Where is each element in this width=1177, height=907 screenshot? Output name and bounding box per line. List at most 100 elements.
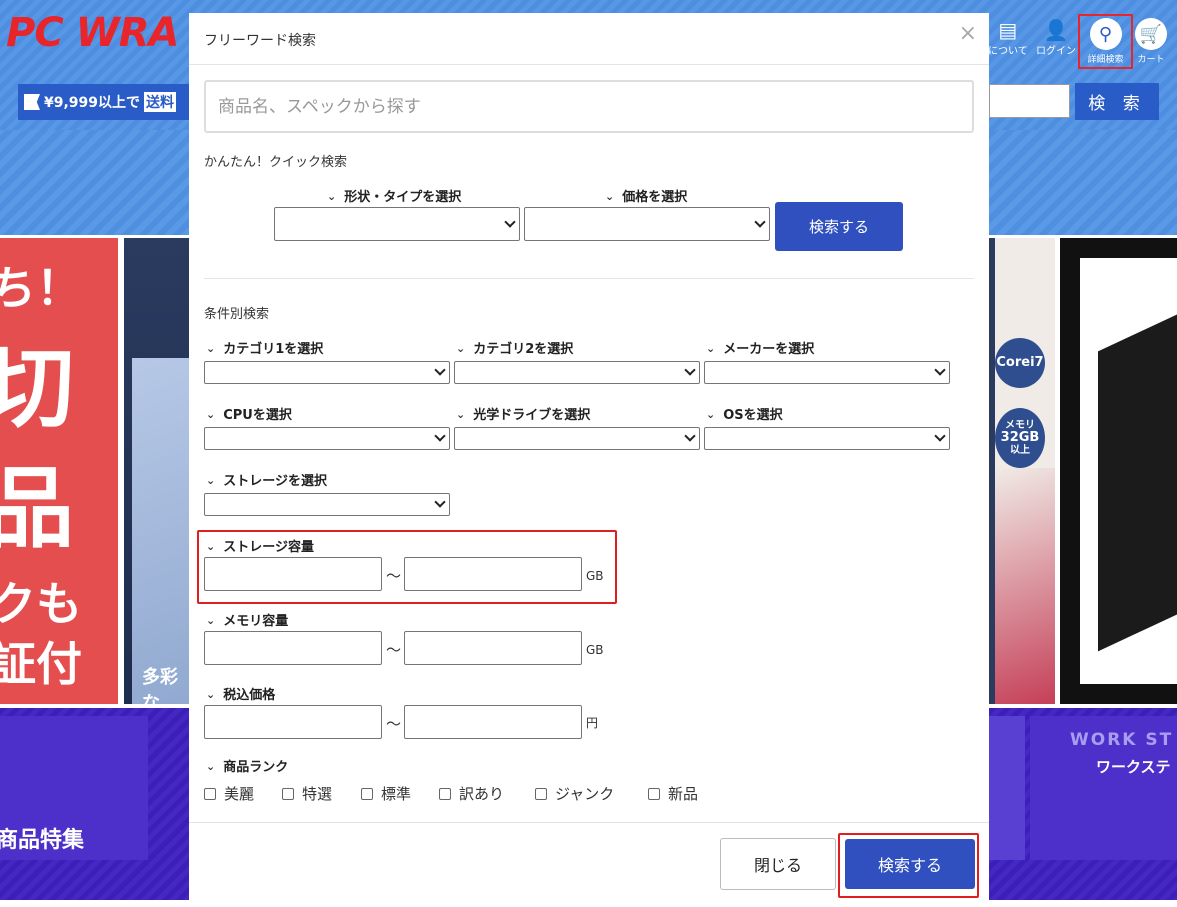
checkbox[interactable]	[648, 787, 660, 800]
workstation-subtitle: ワークステ	[1096, 758, 1171, 776]
rank-checkbox-select[interactable]: 特選	[282, 783, 332, 804]
laptop-image	[1098, 304, 1177, 652]
optical-drive-label: ⌄ 光学ドライブを選択	[456, 408, 591, 423]
nav-detail-search[interactable]: ⚲ 詳細検索	[1078, 14, 1133, 69]
checkbox[interactable]	[535, 787, 547, 800]
checkbox[interactable]	[361, 787, 373, 800]
os-select[interactable]	[704, 427, 950, 450]
type-filter-label: ⌄ 形状・タイプを選択	[327, 190, 462, 205]
price-select[interactable]	[524, 207, 770, 241]
search-icon: ⚲	[1089, 18, 1122, 50]
header-search-input[interactable]	[989, 84, 1070, 118]
quick-search-button[interactable]: 検索する	[775, 202, 903, 251]
search-button[interactable]: 検索する	[845, 839, 975, 889]
banner-text-2: 切	[0, 337, 75, 440]
rank-checkbox-beautiful[interactable]: 美麗	[204, 783, 254, 804]
category1-label: ⌄ カテゴリ1を選択	[206, 342, 324, 357]
site-logo[interactable]: PC WRA	[6, 10, 179, 56]
promo-amount: ¥9,999以上で	[44, 95, 141, 111]
header-search-button[interactable]: 検 索	[1075, 83, 1159, 120]
chevron-down-icon	[434, 364, 446, 376]
storage-capacity-min-input[interactable]	[204, 557, 382, 591]
sale-banner[interactable]: ち！ 切 品 クも 証付	[0, 238, 118, 704]
thinkpad-banner[interactable]	[1060, 238, 1177, 704]
rank-checkbox-standard[interactable]: 標準	[361, 783, 411, 804]
nav-cart[interactable]: 🛒 カート	[1135, 18, 1167, 65]
laptop-banner[interactable]: 多彩な	[124, 238, 194, 704]
chevron-down-icon	[434, 496, 446, 508]
laptop-image	[132, 358, 192, 704]
storage-label: ⌄ ストレージを選択	[206, 474, 327, 489]
chevron-down-icon	[754, 216, 766, 228]
flag-icon	[24, 94, 40, 110]
chevron-down-icon: ⌄	[206, 540, 216, 553]
maker-select[interactable]	[704, 361, 950, 384]
type-select[interactable]	[274, 207, 520, 241]
os-label: ⌄ OSを選択	[706, 408, 783, 423]
checkbox[interactable]	[439, 787, 451, 800]
nav-login[interactable]: 👤 ログイン	[1036, 18, 1076, 57]
mid-feature-banner[interactable]	[989, 716, 1025, 860]
banner-text-5: 証付	[0, 637, 82, 691]
spec-banner-gradient	[995, 468, 1055, 704]
chevron-down-icon	[684, 364, 696, 376]
chevron-down-icon: ⌄	[456, 342, 466, 355]
quick-search-heading: かんたん！クイック検索	[204, 155, 348, 170]
cpu-select[interactable]	[204, 427, 450, 450]
nav-cart-label: カート	[1137, 55, 1165, 65]
range-separator: 〜	[386, 567, 402, 585]
mac-feature-banner[interactable]: 商品特集	[0, 716, 148, 860]
nav-about[interactable]: ▤ について	[988, 18, 1028, 57]
promo-free-shipping: 送料	[144, 92, 177, 112]
memory-capacity-min-input[interactable]	[204, 631, 382, 665]
storage-select[interactable]	[204, 493, 450, 516]
nav-detail-search-label: 詳細検索	[1087, 55, 1124, 65]
rank-checkbox-junk[interactable]: ジャンク	[535, 783, 614, 804]
banner-text-1: ち！	[0, 261, 82, 315]
category2-select[interactable]	[454, 361, 700, 384]
product-rank-label: ⌄ 商品ランク	[206, 760, 289, 775]
cart-icon: 🛒	[1135, 18, 1167, 50]
memory-unit: GB	[586, 643, 604, 657]
chevron-down-icon: ⌄	[605, 190, 615, 203]
price-range-label: ⌄ 税込価格	[206, 688, 276, 703]
checkbox[interactable]	[282, 787, 294, 800]
rank-checkbox-new[interactable]: 新品	[648, 783, 698, 804]
category1-select[interactable]	[204, 361, 450, 384]
section-divider	[204, 278, 974, 279]
chevron-down-icon: ⌄	[206, 760, 216, 773]
chevron-down-icon	[934, 364, 946, 376]
chevron-down-icon: ⌄	[327, 190, 337, 203]
maker-label: ⌄ メーカーを選択	[706, 342, 815, 357]
modal-title: フリーワード検索	[204, 33, 316, 49]
optical-drive-select[interactable]	[454, 427, 700, 450]
document-icon: ▤	[998, 18, 1018, 42]
close-icon[interactable]: ×	[959, 23, 977, 45]
storage-capacity-max-input[interactable]	[404, 557, 582, 591]
close-button[interactable]: 閉じる	[720, 838, 836, 890]
banner-text-4: クも	[0, 577, 82, 631]
price-max-input[interactable]	[404, 705, 582, 739]
search-modal: フリーワード検索 × かんたん！クイック検索 ⌄形状・タイプを選択 ⌄価格を選択…	[189, 13, 989, 907]
category2-label: ⌄ カテゴリ2を選択	[456, 342, 574, 357]
cpu-label: ⌄ CPUを選択	[206, 408, 292, 423]
memory-badge: メモリ 32GB 以上	[995, 408, 1045, 468]
banner-text-3: 品	[0, 457, 75, 560]
price-min-input[interactable]	[204, 705, 382, 739]
chevron-down-icon: ⌄	[206, 408, 216, 421]
storage-unit: GB	[586, 569, 604, 583]
price-unit: 円	[586, 716, 599, 730]
free-word-input[interactable]	[204, 80, 974, 133]
rank-checkbox-outlet[interactable]: 訳あり	[439, 783, 504, 804]
chevron-down-icon	[934, 430, 946, 442]
nav-about-label: について	[988, 46, 1028, 57]
memory-capacity-max-input[interactable]	[404, 631, 582, 665]
workstation-banner[interactable]: WORK ST ワークステ	[1030, 716, 1177, 860]
shipping-promo-banner[interactable]: ¥9,999以上で 送料	[18, 84, 198, 120]
nav-login-label: ログイン	[1036, 46, 1076, 57]
chevron-down-icon	[684, 430, 696, 442]
spec-banner[interactable]: Corei7 メモリ 32GB 以上	[989, 238, 1055, 704]
chevron-down-icon: ⌄	[706, 408, 716, 421]
checkbox[interactable]	[204, 787, 216, 800]
laptop-banner-text: 多彩な	[142, 667, 178, 704]
